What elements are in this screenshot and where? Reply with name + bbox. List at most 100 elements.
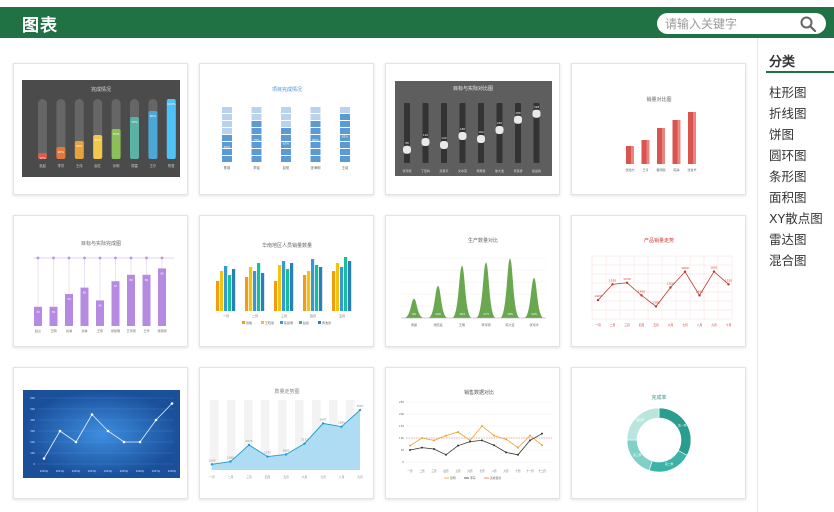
bar: [249, 267, 253, 311]
data-label: 1500: [667, 282, 675, 286]
data-label: 2074: [245, 439, 252, 443]
data-label: 50%: [224, 145, 231, 149]
data-point: [640, 294, 643, 297]
bar: [224, 266, 228, 311]
sales-compare-chart: 销量对比图 张建杰 王可 戴明丽 陈静 张嘉华: [625, 96, 696, 172]
chart-card-completion[interactable]: 完成情况 10% 张晨 20% 李芳 30% 王伟 40% 赵红 50% 孙明 70% 周雷 80% 王尔…: [13, 63, 188, 195]
data-point: [74, 440, 78, 444]
bar-segment: [251, 156, 262, 162]
bar-highlight: [631, 146, 634, 164]
tick-label: 十月: [515, 469, 521, 473]
tick-label: 2003年: [88, 469, 97, 473]
category-item-pie[interactable]: 饼图: [769, 124, 823, 145]
tick-label: 张家明: [157, 328, 166, 333]
chart-grid: 完成情况 10% 张晨 20% 李芳 30% 王伟 40% 赵红 50% 孙明 70% 周雷 80% 王尔…: [0, 38, 757, 512]
target-dot: [36, 256, 40, 260]
data-point: [321, 422, 325, 425]
tick-label: 李可明: [481, 322, 490, 327]
search-box[interactable]: [657, 13, 826, 34]
bar-segment: [310, 128, 321, 134]
tick-label: 陈大宝: [505, 322, 514, 327]
chart-card-product-trend[interactable]: 产品销量走势 1420 一月 1520 二月 1530 三月 1450 四月 1380 五月 150…: [571, 215, 746, 347]
tick-label: 徐大发: [495, 168, 504, 173]
category-item-combo[interactable]: 混合图: [769, 250, 823, 271]
chart-title: 目标与实际对比图: [453, 85, 493, 92]
data-point: [303, 442, 306, 445]
data-point: [493, 434, 495, 437]
chart-card-project-completion[interactable]: 项目完成情况 50% 陈雄 75% 李瑶 65% 赵阳 80% 张海明 85% 王培: [199, 63, 374, 195]
data-point: [611, 283, 614, 286]
legend-label: 张敏: [246, 320, 252, 325]
data-label: 2132: [301, 438, 308, 442]
data-label: 220: [497, 121, 503, 125]
tick-label: 四月: [443, 469, 449, 473]
chart-card-production[interactable]: 生产数量对比 60 黄振 100 张晓亮 163 王明 173 李可明 185 陈大宝 125 张可欣: [385, 215, 560, 347]
tick-label: 500: [30, 407, 35, 411]
data-label: 50%: [113, 132, 120, 136]
data-label: 163: [459, 312, 465, 316]
tick-label: 陈雄: [224, 165, 231, 170]
data-label: 160: [478, 130, 484, 134]
legend-label: 赵凯: [303, 320, 309, 325]
chart-card-completion-rate[interactable]: 完成率 第一季 第二季 第三季 第四季: [571, 367, 746, 499]
peak: [476, 262, 496, 318]
category-item-column[interactable]: 柱形图: [769, 82, 823, 103]
data-label: 100: [435, 312, 441, 316]
data-label: 1601: [710, 266, 718, 270]
chart-card-south-region[interactable]: 华南地区人员销量数量 一月 二月 三月 四月 五月 张敏 王晓丽 陈建明 赵凯 黄浩然: [199, 215, 374, 347]
tick-label: 八月: [491, 469, 497, 473]
tick-label: 400: [30, 418, 35, 422]
chart-card-blue-line[interactable]: 600 500 400 300 200 100 0 2000年 2001年 2002年 2003年 2…: [13, 367, 188, 499]
chart-card-sales-data[interactable]: 销售数据对比 250 200 150 100 50 0 一月 二月 三月 四月 五月 六月 七月 八月 九月…: [385, 367, 560, 499]
chart-card-target-actual[interactable]: 目标与实际对比图 88 张可能 140 丁佳鸣 120 武易平 180 文卓燕 160 杨惠香 22…: [385, 63, 560, 195]
donut-slice: [658, 407, 692, 456]
tick-label: 十月: [726, 323, 732, 327]
data-label: 88: [405, 141, 409, 145]
data-label: 180: [460, 127, 466, 131]
slider-thumb: [514, 115, 522, 124]
slider-thumb: [495, 126, 504, 134]
tick-label: 二月: [610, 323, 616, 327]
tick-label: 王明: [459, 323, 465, 327]
tick-label: 四月: [265, 475, 271, 479]
data-label: 173: [483, 312, 489, 316]
bar-highlight: [677, 120, 681, 164]
tick-label: 张建明: [111, 328, 120, 333]
search-input[interactable]: [665, 15, 795, 32]
bar: [332, 271, 336, 311]
bar-segment: [340, 121, 350, 127]
bar-segment: [222, 149, 232, 155]
tick-label: 100: [30, 451, 35, 455]
bar-segment: [310, 149, 321, 155]
chart-title: 项目完成情况: [272, 86, 302, 93]
data-label: 1520: [725, 278, 733, 282]
data-point: [596, 298, 600, 302]
chart-card-sales-compare[interactable]: 销量对比图 张建杰 王可 戴明丽 陈静 张嘉华: [571, 63, 746, 195]
legend-label: 陈建明: [284, 320, 293, 325]
chart-card-target-vs-actual[interactable]: 目标与实际完成图 30 赵兰 30 王明 50 刘满 60 孙林 40 王伟 70 张建明 80 王可明 8…: [13, 215, 188, 347]
chart-card-quantity-trend[interactable]: 数量走势图 1243 一月 1360 二月 2074 三月 1575 四月 1665 五月 2132…: [199, 367, 374, 499]
header-bar: 图表: [0, 7, 834, 38]
category-item-scatter[interactable]: XY散点图: [769, 208, 823, 229]
category-item-donut[interactable]: 圆环图: [769, 145, 823, 166]
tick-label: 二月: [419, 469, 425, 473]
legend-swatch: [261, 321, 264, 324]
category-item-radar[interactable]: 雷达图: [769, 229, 823, 250]
bar: [290, 263, 294, 311]
category-item-line[interactable]: 折线图: [769, 103, 823, 124]
target-dot: [98, 256, 102, 260]
search-icon[interactable]: [800, 16, 816, 32]
data-point: [58, 429, 62, 433]
category-item-area[interactable]: 面积图: [769, 187, 823, 208]
slice-label: 第四季: [636, 418, 645, 422]
tick-label: 一月: [407, 469, 413, 473]
data-label: 1530: [623, 277, 631, 281]
peak: [500, 258, 520, 318]
data-label: 60: [412, 312, 416, 316]
data-label: 288: [515, 111, 521, 115]
category-item-bar[interactable]: 条形图: [769, 166, 823, 187]
bar-segment: [251, 149, 262, 155]
data-point: [469, 440, 471, 443]
data-point: [625, 281, 629, 284]
bar-segment: [222, 121, 232, 127]
